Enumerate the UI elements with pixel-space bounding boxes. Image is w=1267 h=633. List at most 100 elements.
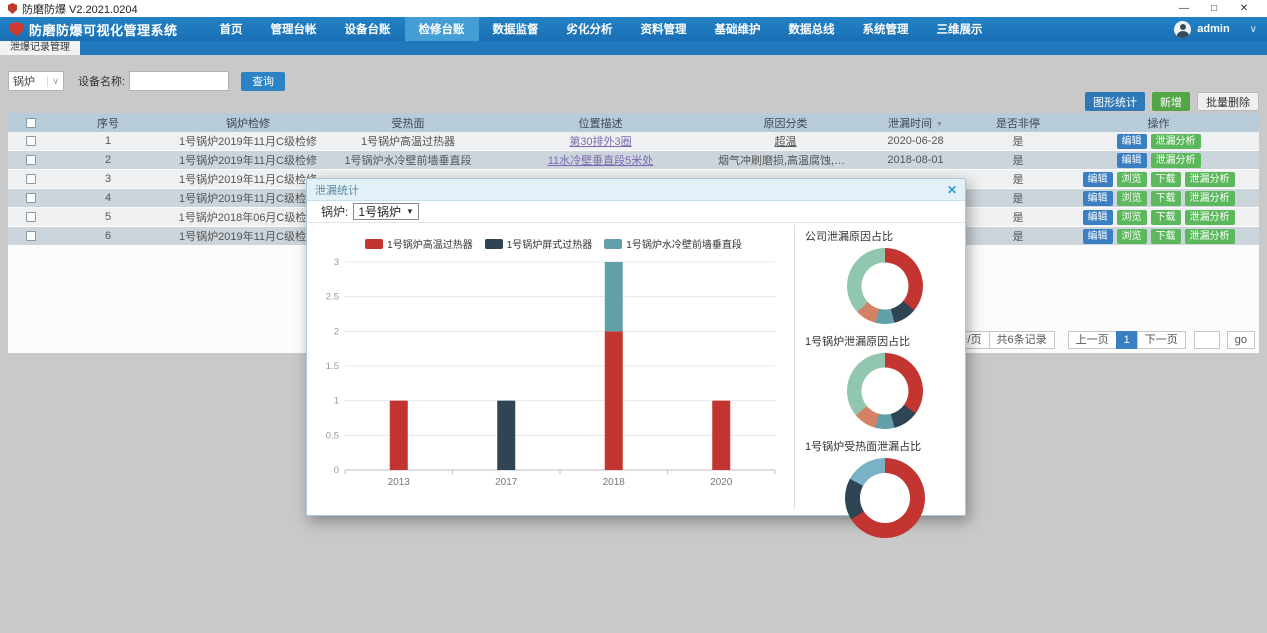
- filter-bar: 锅炉 ∨ 设备名称: 查询: [8, 71, 285, 91]
- legend-swatch: [365, 239, 383, 249]
- nav-item-9[interactable]: 数据总线: [775, 17, 849, 41]
- row-checkbox[interactable]: [26, 136, 36, 146]
- column-header-7: 是否非停: [978, 113, 1058, 132]
- svg-text:0: 0: [334, 465, 339, 476]
- nav-item-7[interactable]: 资料管理: [627, 17, 701, 41]
- chart-stats-button[interactable]: 图形统计: [1085, 92, 1145, 111]
- header-checkbox-cell: [8, 113, 53, 132]
- row-action-button[interactable]: 编辑: [1083, 172, 1113, 187]
- row-action-button[interactable]: 下载: [1151, 172, 1181, 187]
- nav-item-2[interactable]: 管理台帐: [257, 17, 331, 41]
- position-link[interactable]: 第30排外3圈: [569, 136, 631, 148]
- add-button[interactable]: 新增: [1152, 92, 1190, 111]
- user-avatar-icon: [1174, 21, 1191, 38]
- row-action-button[interactable]: 泄漏分析: [1185, 229, 1235, 244]
- nav-item-1[interactable]: 首页: [206, 17, 257, 41]
- page-jump-input[interactable]: [1194, 331, 1220, 349]
- cell-outage: 是: [978, 132, 1058, 151]
- svg-text:0.5: 0.5: [326, 430, 339, 441]
- row-action-button[interactable]: 编辑: [1083, 191, 1113, 206]
- device-type-select[interactable]: 锅炉 ∨: [8, 71, 64, 91]
- cause-link[interactable]: 超温: [775, 136, 797, 148]
- row-checkbox[interactable]: [26, 231, 36, 241]
- boiler-select[interactable]: 1号锅炉 ▼: [353, 203, 419, 220]
- maximize-icon[interactable]: □: [1199, 0, 1229, 17]
- user-menu[interactable]: admin ∨: [1174, 21, 1257, 38]
- svg-text:2: 2: [334, 326, 339, 337]
- donut-title: 1号锅炉受热面泄漏占比: [805, 438, 965, 454]
- row-checkbox-cell: [8, 151, 53, 170]
- row-checkbox[interactable]: [26, 174, 36, 184]
- row-checkbox-cell: [8, 132, 53, 151]
- column-header-label: 序号: [97, 118, 119, 130]
- legend-item[interactable]: 1号锅炉屏式过热器: [485, 236, 593, 251]
- row-checkbox-cell: [8, 170, 53, 189]
- page-jump-go-button[interactable]: go: [1227, 331, 1255, 349]
- row-action-button[interactable]: 泄漏分析: [1185, 172, 1235, 187]
- nav-item-11[interactable]: 三维展示: [923, 17, 997, 41]
- select-chevron-down-icon: ∨: [47, 76, 59, 87]
- batch-delete-button[interactable]: 批量删除: [1197, 92, 1259, 111]
- modal-header[interactable]: 泄漏统计 ✕: [307, 179, 965, 201]
- position-link[interactable]: 11水冷壁垂直段5米处: [548, 155, 654, 167]
- row-action-button[interactable]: 浏览: [1117, 210, 1147, 225]
- row-action-button[interactable]: 编辑: [1083, 210, 1113, 225]
- row-action-button[interactable]: 下载: [1151, 191, 1181, 206]
- close-icon[interactable]: ✕: [1229, 0, 1259, 17]
- row-action-button[interactable]: 下载: [1151, 210, 1181, 225]
- donut-hole: [862, 368, 909, 415]
- row-action-button[interactable]: 浏览: [1117, 172, 1147, 187]
- row-checkbox[interactable]: [26, 193, 36, 203]
- row-action-button[interactable]: 浏览: [1117, 191, 1147, 206]
- select-all-checkbox[interactable]: [26, 118, 36, 128]
- nav-item-8[interactable]: 基础维护: [701, 17, 775, 41]
- tab-leak-records[interactable]: 泄爆记录管理: [0, 41, 80, 55]
- minimize-icon[interactable]: —: [1169, 0, 1199, 17]
- nav-item-10[interactable]: 系统管理: [849, 17, 923, 41]
- cell-cause: 超温: [718, 132, 853, 151]
- nav-item-6[interactable]: 劣化分析: [553, 17, 627, 41]
- row-action-button[interactable]: 编辑: [1117, 134, 1147, 149]
- app-title: 防磨防爆可视化管理系统: [29, 20, 178, 39]
- device-type-value: 锅炉: [13, 73, 35, 89]
- legend-label: 1号锅炉高温过热器: [387, 236, 473, 251]
- row-action-button[interactable]: 泄漏分析: [1151, 153, 1201, 168]
- nav-item-4[interactable]: 检修台账: [405, 17, 479, 41]
- row-action-button[interactable]: 编辑: [1083, 229, 1113, 244]
- current-page-button[interactable]: 1: [1116, 331, 1138, 349]
- nav-item-3[interactable]: 设备台账: [331, 17, 405, 41]
- column-header-label: 操作: [1148, 118, 1170, 130]
- svg-text:1: 1: [334, 396, 339, 407]
- prev-page-button[interactable]: 上一页: [1068, 331, 1117, 349]
- column-header-6: 泄漏时间 ▼: [853, 113, 978, 132]
- modal-close-icon[interactable]: ✕: [947, 183, 957, 197]
- row-action-button[interactable]: 泄漏分析: [1151, 134, 1201, 149]
- donut-chart: [847, 353, 923, 429]
- legend-item[interactable]: 1号锅炉高温过热器: [365, 236, 473, 251]
- query-button[interactable]: 查询: [241, 72, 285, 91]
- cell-leak-time: 2020-06-28: [853, 132, 978, 151]
- column-header-3: 受热面: [333, 113, 483, 132]
- nav-item-5[interactable]: 数据监督: [479, 17, 553, 41]
- svg-text:2013: 2013: [388, 477, 411, 488]
- device-name-input[interactable]: [129, 71, 229, 91]
- row-checkbox[interactable]: [26, 155, 36, 165]
- user-chevron-down-icon[interactable]: ∨: [1250, 24, 1257, 35]
- row-action-button[interactable]: 浏览: [1117, 229, 1147, 244]
- row-action-button[interactable]: 下载: [1151, 229, 1181, 244]
- row-action-button[interactable]: 泄漏分析: [1185, 210, 1235, 225]
- row-action-button[interactable]: 泄漏分析: [1185, 191, 1235, 206]
- legend-item[interactable]: 1号锅炉水冷壁前墙垂直段: [604, 236, 742, 251]
- row-checkbox[interactable]: [26, 212, 36, 222]
- column-header-4: 位置描述: [483, 113, 718, 132]
- sort-icon[interactable]: ▼: [936, 121, 943, 128]
- row-action-button[interactable]: 编辑: [1117, 153, 1147, 168]
- column-header-8: 操作: [1058, 113, 1259, 132]
- cell-no: 2: [53, 151, 163, 170]
- donut-chart: [847, 248, 923, 324]
- cell-maintenance: 1号锅炉2019年11月C级检修: [163, 151, 333, 170]
- next-page-button[interactable]: 下一页: [1137, 331, 1186, 349]
- cell-actions: 编辑浏览下载泄漏分析: [1058, 208, 1259, 227]
- table-header-row: 序号锅炉检修受热面位置描述原因分类泄漏时间▼是否非停操作: [8, 113, 1259, 132]
- column-header-label: 泄漏时间: [888, 118, 932, 130]
